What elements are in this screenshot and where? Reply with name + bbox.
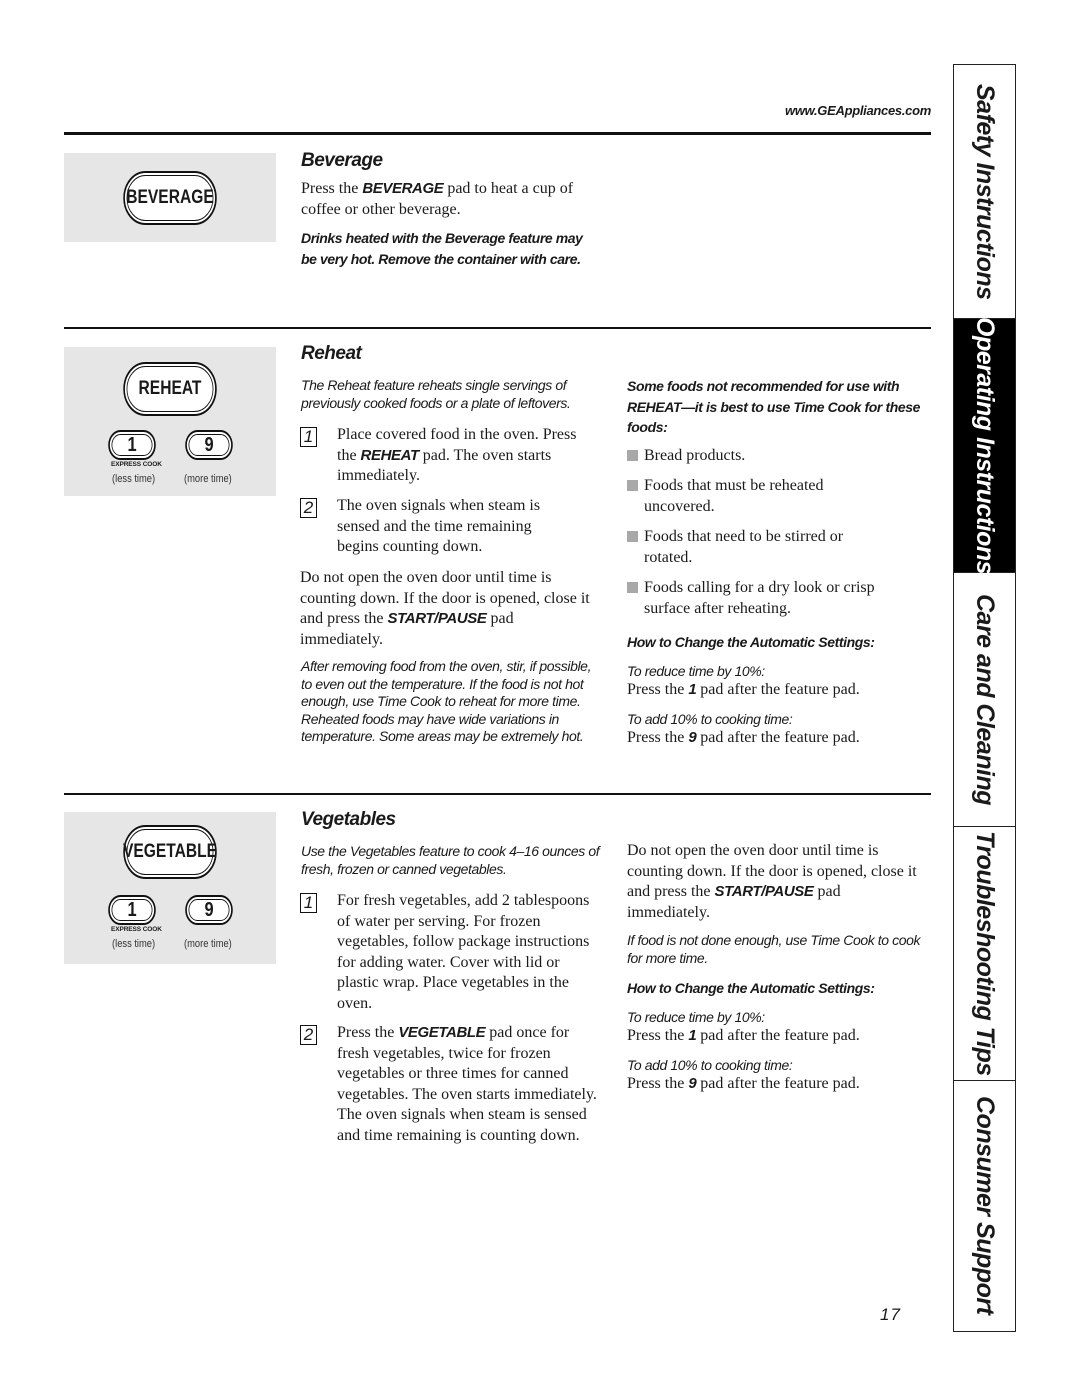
vegetables-section: Vegetables Use the Vegetables feature to… (301, 809, 606, 878)
pad-1: 1 (108, 895, 156, 925)
beverage-keypad-panel: BEVERAGE (64, 153, 276, 242)
reheat-not-recommended: Some foods not recommended for use with … (627, 376, 927, 629)
reheat-pad-label: REHEAT (138, 378, 202, 399)
vegetables-step-1: 1 For fresh vegetables, add 2 tablespoon… (300, 891, 605, 1014)
tab-operating-instructions[interactable]: Operating Instructions (954, 317, 1015, 574)
more-time-label: (more time) (184, 473, 232, 485)
reheat-intro: The Reheat feature reheats single servin… (301, 377, 571, 411)
express-cook-label: EXPRESS COOK (111, 926, 162, 933)
tab-safety-instructions[interactable]: Safety Instructions (954, 65, 1015, 319)
step-number-1: 1 (300, 427, 317, 447)
bullet-square-icon (627, 449, 638, 461)
not-recommended-heading: Some foods not recommended for use with … (627, 378, 921, 435)
add-instruction: Press the 9 pad after the feature pad. (627, 729, 860, 746)
reheat-after-note: After removing food from the oven, stir,… (301, 658, 592, 744)
website-url: www.GEAppliances.com (785, 103, 931, 118)
reduce-label: To reduce time by 10%: (627, 662, 765, 679)
section-tabs: Safety Instructions Operating Instructio… (953, 64, 1016, 1332)
beverage-pad-label: BEVERAGE (126, 187, 214, 208)
add-instruction: Press the 9 pad after the feature pad. (627, 1075, 860, 1092)
beverage-instruction: Press the BEVERAGE pad to heat a cup of … (301, 180, 574, 218)
pad-1: 1 (108, 430, 156, 460)
page-number: 17 (880, 1305, 901, 1324)
settings-heading: How to Change the Automatic Settings: (627, 634, 875, 650)
vegetables-settings: How to Change the Automatic Settings: To… (627, 978, 927, 1095)
section-divider-reheat (64, 327, 931, 329)
section-divider-vegetables (64, 793, 931, 795)
less-time-label: (less time) (112, 473, 156, 485)
step-number-2: 2 (300, 498, 317, 518)
vegetables-door-note: Do not open the oven door until time is … (627, 842, 917, 921)
bullet-square-icon (627, 480, 638, 491)
bullet-square-icon (627, 582, 638, 593)
reduce-instruction: Press the 1 pad after the feature pad. (627, 681, 860, 698)
pad-9: 9 (185, 430, 233, 460)
beverage-title: Beverage (301, 150, 383, 171)
list-item: Foods that must be reheated uncovered. (627, 476, 927, 517)
reheat-settings: How to Change the Automatic Settings: To… (627, 632, 927, 749)
list-item: Foods calling for a dry look or crisp su… (627, 578, 927, 619)
reheat-keypad-panel: REHEAT 1 9 EXPRESS COOK (less time) (mor… (64, 347, 276, 496)
step-number-2: 2 (300, 1025, 317, 1045)
reheat-door-note: Do not open the oven door until time is … (300, 569, 590, 648)
list-item: Bread products. (627, 446, 927, 467)
vegetables-step-2: 2 Press the VEGETABLE pad once for fresh… (300, 1023, 605, 1146)
beverage-section: Beverage Press the BEVERAGE pad to heat … (301, 150, 611, 269)
vegetables-done-note: If food is not done enough, use Time Coo… (627, 932, 921, 966)
bullet-square-icon (627, 531, 638, 542)
not-recommended-list: Bread products. Foods that must be rehea… (627, 446, 927, 620)
beverage-warning: Drinks heated with the Beverage feature … (301, 230, 583, 267)
top-divider (64, 132, 931, 135)
add-label: To add 10% to cooking time: (627, 1056, 793, 1073)
more-time-label: (more time) (184, 938, 232, 950)
reheat-section: Reheat The Reheat feature reheats single… (301, 343, 601, 412)
vegetables-intro: Use the Vegetables feature to cook 4–16 … (301, 843, 600, 877)
pad-9: 9 (185, 895, 233, 925)
reheat-title: Reheat (301, 343, 362, 364)
tab-troubleshooting-tips[interactable]: Troubleshooting Tips (954, 827, 1015, 1081)
list-item: Foods that need to be stirred or rotated… (627, 527, 927, 568)
reheat-pad: REHEAT (123, 362, 217, 416)
vegetable-keypad-panel: VEGETABLE 1 9 EXPRESS COOK (less time) (… (64, 812, 276, 964)
reheat-step-1: 1 Place covered food in the oven. Press … (300, 425, 600, 487)
tab-consumer-support[interactable]: Consumer Support (954, 1081, 1015, 1330)
reheat-step-2: 2 The oven signals when steam is sensed … (300, 496, 600, 558)
step-number-1: 1 (300, 893, 317, 913)
tab-care-and-cleaning[interactable]: Care and Cleaning (954, 573, 1015, 827)
vegetables-title: Vegetables (301, 809, 396, 830)
vegetable-pad: VEGETABLE (122, 825, 218, 879)
less-time-label: (less time) (112, 938, 156, 950)
add-label: To add 10% to cooking time: (627, 710, 793, 727)
beverage-pad: BEVERAGE (123, 171, 217, 225)
reduce-label: To reduce time by 10%: (627, 1008, 765, 1025)
express-cook-label: EXPRESS COOK (111, 461, 162, 468)
vegetable-pad-label: VEGETABLE (122, 841, 218, 862)
settings-heading: How to Change the Automatic Settings: (627, 980, 875, 996)
reduce-instruction: Press the 1 pad after the feature pad. (627, 1027, 860, 1044)
